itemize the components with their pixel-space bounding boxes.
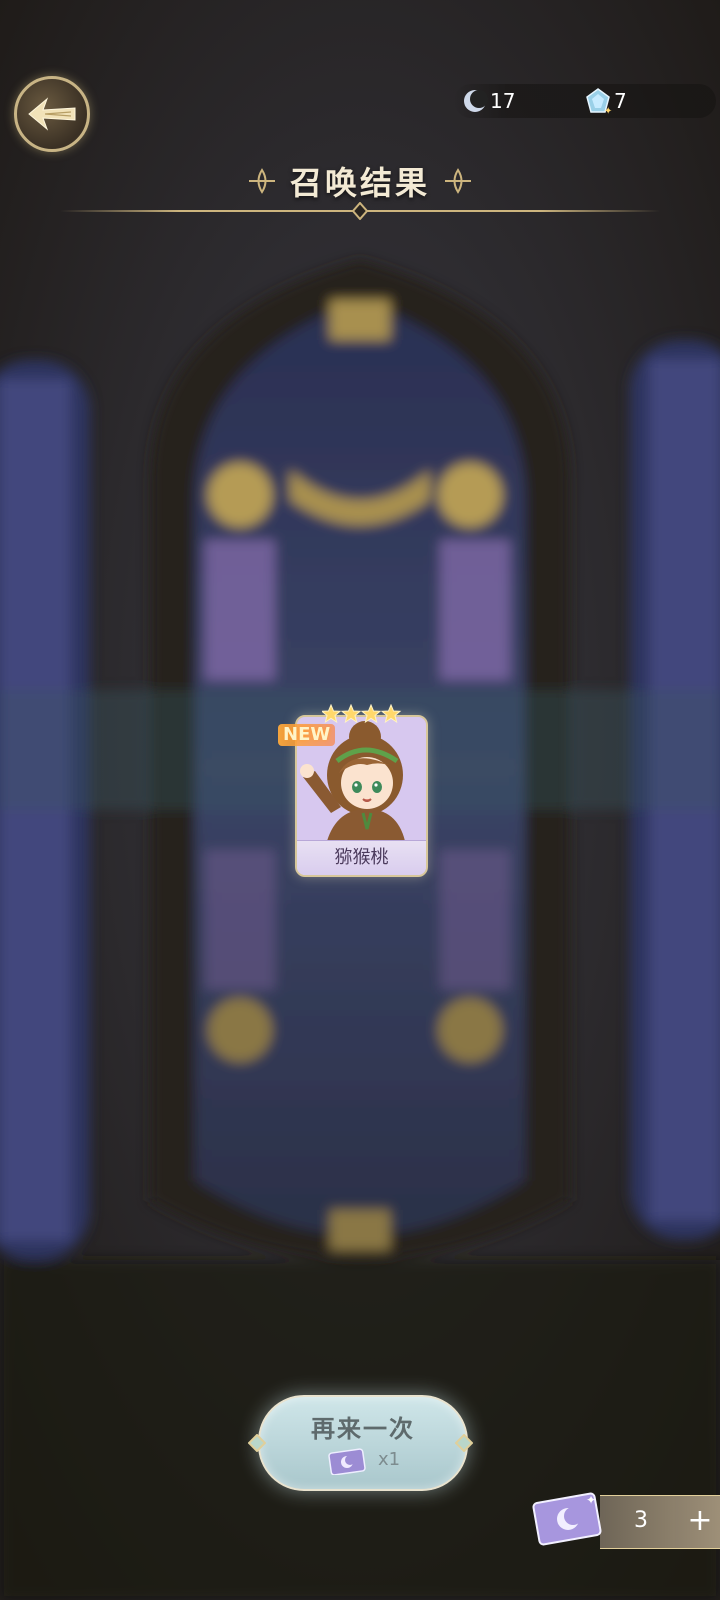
svg-text:✦: ✦ — [586, 1493, 596, 1507]
crystal-currency-value: 7 — [614, 89, 627, 113]
back-arrow-icon — [28, 97, 76, 131]
new-badge: NEW — [278, 724, 336, 746]
summon-cost: x1 — [378, 1449, 401, 1470]
star-icon — [340, 704, 362, 724]
ticket-icon: ✦ — [532, 1492, 602, 1546]
add-ticket-button[interactable]: + — [684, 1504, 716, 1538]
rarity-stars — [322, 704, 402, 724]
star-icon — [322, 704, 342, 724]
page-title: 召唤结果 — [289, 164, 430, 202]
summon-again-label: 再来一次 — [311, 1414, 415, 1443]
moon-currency-value: 17 — [490, 89, 516, 113]
button-gem-right-icon — [455, 1434, 473, 1452]
currency-bar: 17 ✦ 7 — [454, 84, 716, 118]
ticket-counter: 3 + — [600, 1495, 720, 1549]
ticket-count: 3 — [634, 1508, 648, 1533]
button-gem-left-icon — [248, 1434, 266, 1452]
star-icon — [380, 704, 402, 724]
star-icon — [360, 704, 382, 724]
crystal-icon: ✦ — [586, 88, 612, 115]
summon-ticket-icon — [328, 1448, 366, 1475]
character-name: 猕猴桃 — [334, 847, 389, 868]
title-ornament-right-icon — [445, 168, 471, 194]
back-button[interactable] — [14, 76, 90, 152]
card-name-plate: 猕猴桃 — [297, 840, 426, 875]
moon-icon — [464, 90, 488, 112]
svg-text:✦: ✦ — [604, 106, 612, 115]
summon-again-button[interactable]: 再来一次 x1 — [258, 1395, 468, 1491]
title-diamond-icon — [352, 202, 368, 220]
